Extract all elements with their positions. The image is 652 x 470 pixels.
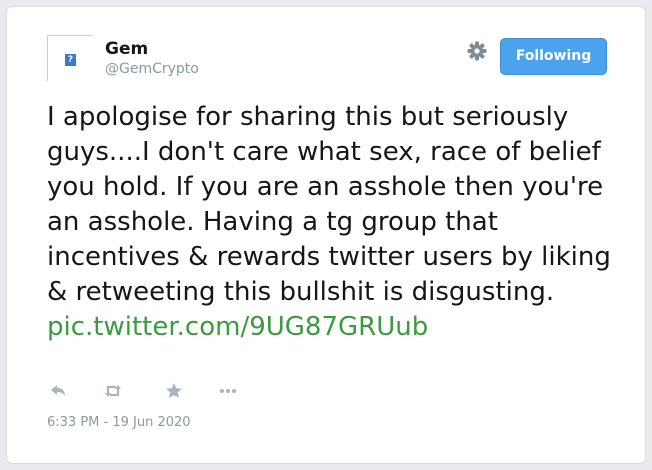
- more-icon[interactable]: [217, 380, 239, 402]
- user-handle[interactable]: @GemCrypto: [105, 61, 199, 77]
- tweet-text: I apologise for sharing this but serious…: [47, 102, 611, 307]
- star-icon[interactable]: [163, 380, 185, 402]
- tweet-timestamp[interactable]: 6:33 PM - 19 Jun 2020: [47, 415, 191, 430]
- gear-icon[interactable]: [466, 40, 488, 62]
- retweet-icon[interactable]: [102, 380, 124, 402]
- reply-icon[interactable]: [47, 380, 69, 402]
- tweet-body: I apologise for sharing this but serious…: [47, 100, 622, 345]
- tweet-card: ? Gem @GemCrypto Following I apologise f…: [6, 6, 646, 464]
- broken-image-icon: ?: [65, 54, 76, 66]
- avatar[interactable]: ?: [47, 35, 93, 81]
- user-name[interactable]: Gem: [105, 39, 148, 59]
- following-button[interactable]: Following: [500, 38, 607, 75]
- tweet-media-link[interactable]: pic.twitter.com/9UG87GRUub: [47, 310, 622, 345]
